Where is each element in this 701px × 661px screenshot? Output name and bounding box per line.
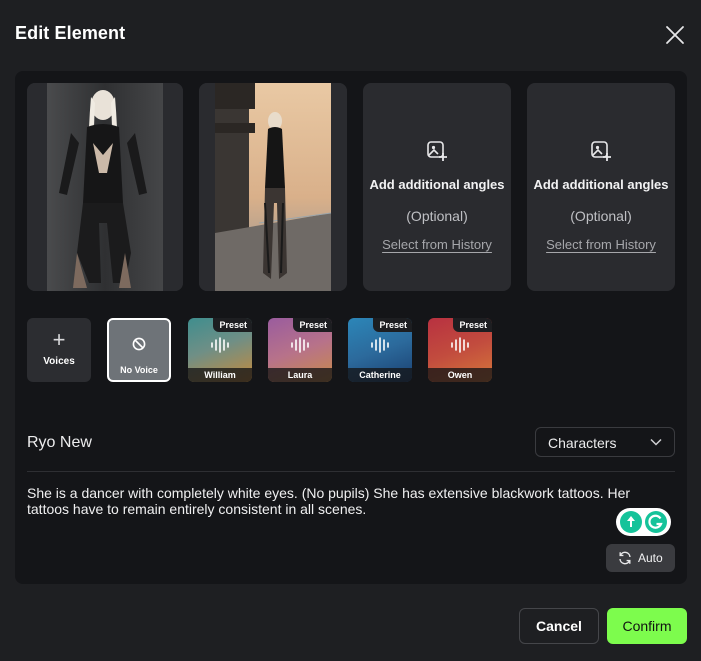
angle-card-optional: (Optional) [406, 208, 468, 224]
dialog-title: Edit Element [15, 23, 126, 43]
angle-card-title: Add additional angles [369, 177, 505, 192]
no-voice-option[interactable]: No Voice [107, 318, 171, 382]
grammarly-icon [645, 511, 667, 533]
grammarly-assist-icon [620, 511, 642, 533]
voice-option-william[interactable]: Preset William [188, 318, 252, 382]
add-angle-card-1[interactable]: Add additional angles (Optional) Select … [363, 83, 511, 291]
category-select[interactable]: Characters [535, 427, 675, 457]
preset-badge: Preset [293, 318, 332, 332]
select-from-history-link[interactable]: Select from History [546, 237, 656, 252]
voice-option-laura[interactable]: Preset Laura [268, 318, 332, 382]
grammarly-widget[interactable] [616, 508, 671, 536]
waveform-icon [291, 337, 309, 353]
waveform-icon [451, 337, 469, 353]
add-image-icon [591, 141, 611, 161]
voice-name: Owen [428, 368, 492, 382]
select-from-history-link[interactable]: Select from History [382, 237, 492, 252]
reference-image-1[interactable] [27, 83, 183, 291]
add-voice-label: Voices [43, 356, 75, 367]
angle-card-title: Add additional angles [533, 177, 669, 192]
category-value: Characters [548, 435, 617, 451]
cancel-button[interactable]: Cancel [519, 608, 599, 644]
confirm-button[interactable]: Confirm [607, 608, 687, 644]
preset-badge: Preset [373, 318, 412, 332]
voice-name: William [188, 368, 252, 382]
reference-image-2[interactable] [199, 83, 347, 291]
element-name-row: Ryo New Characters [27, 426, 675, 472]
voice-name: Laura [268, 368, 332, 382]
voice-name: Catherine [348, 368, 412, 382]
voice-option-catherine[interactable]: Preset Catherine [348, 318, 412, 382]
ban-icon [132, 337, 146, 351]
auto-label: Auto [638, 551, 663, 565]
close-icon [666, 26, 684, 44]
chevron-down-icon [650, 438, 662, 446]
no-voice-label: No Voice [120, 365, 158, 375]
plus-icon: + [52, 327, 66, 352]
angle-card-optional: (Optional) [570, 208, 632, 224]
waveform-icon [371, 337, 389, 353]
refresh-icon [619, 551, 631, 565]
element-description-field[interactable]: She is a dancer with completely white ey… [27, 485, 667, 517]
waveform-icon [211, 337, 229, 353]
add-image-icon [427, 141, 447, 161]
voice-option-owen[interactable]: Preset Owen [428, 318, 492, 382]
add-angle-card-2[interactable]: Add additional angles (Optional) Select … [527, 83, 675, 291]
add-voice-button[interactable]: + Voices [27, 318, 91, 382]
close-button[interactable] [662, 22, 688, 48]
auto-button[interactable]: Auto [606, 544, 675, 572]
preset-badge: Preset [213, 318, 252, 332]
element-panel: Add additional angles (Optional) Select … [15, 71, 687, 584]
element-name-field[interactable]: Ryo New [27, 434, 92, 452]
preset-badge: Preset [453, 318, 492, 332]
